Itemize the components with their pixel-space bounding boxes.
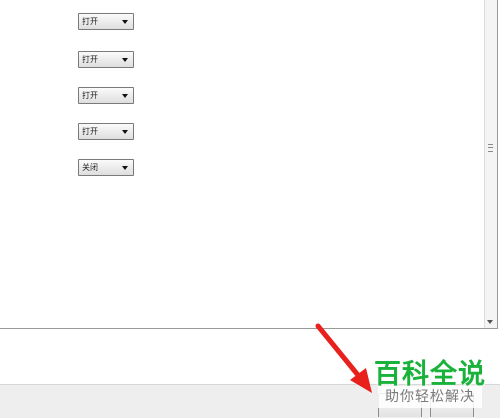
watermark-subtitle: 助你轻松解决 (378, 386, 482, 408)
scrollbar-grip-icon[interactable] (488, 144, 493, 152)
chevron-down-icon (122, 166, 128, 170)
settings-panel (0, 0, 498, 329)
vertical-scrollbar[interactable] (484, 0, 497, 328)
chevron-down-icon (122, 130, 128, 134)
chevron-down-icon (122, 20, 128, 24)
chevron-down-icon (122, 94, 128, 98)
chevron-down-icon (122, 58, 128, 62)
dropdown-2-value: 打开 (82, 55, 98, 64)
dropdown-1[interactable]: 打开 (78, 13, 134, 30)
dropdown-1-value: 打开 (82, 17, 98, 26)
dropdown-3-value: 打开 (82, 91, 98, 100)
dropdown-5-value: 关闭 (82, 163, 98, 172)
dropdown-4[interactable]: 打开 (78, 123, 134, 140)
dropdown-5[interactable]: 关闭 (78, 159, 134, 176)
watermark: 百科全说 助你轻松解决 (370, 352, 490, 410)
dropdown-2[interactable]: 打开 (78, 51, 134, 68)
dropdown-4-value: 打开 (82, 127, 98, 136)
scroll-down-arrow-icon[interactable] (487, 320, 493, 324)
dropdown-3[interactable]: 打开 (78, 87, 134, 104)
